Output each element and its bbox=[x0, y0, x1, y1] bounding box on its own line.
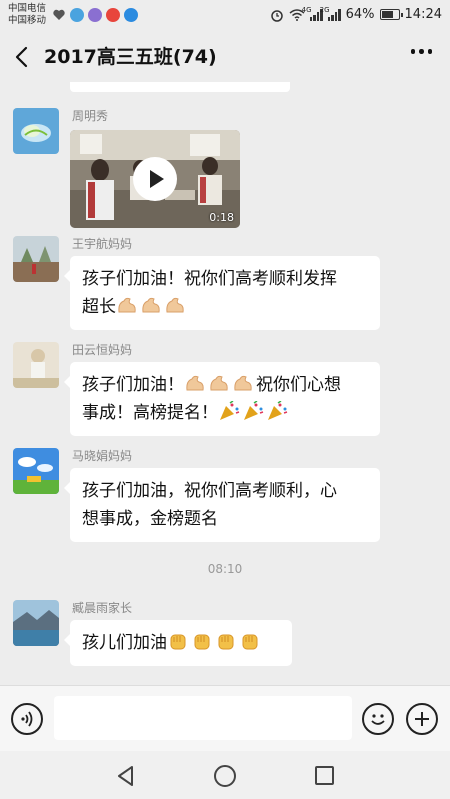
message-text-line: 孩子们加油！ 祝你们心想 bbox=[82, 371, 368, 399]
avatar[interactable] bbox=[13, 108, 59, 154]
message-item: 马晓娟妈妈 孩子们加油，祝你们高考顺利，心 想事成，金榜题名 bbox=[0, 448, 450, 548]
message-text: 孩子们加油！ bbox=[82, 375, 184, 395]
message-text: 孩儿们加油 bbox=[82, 633, 167, 653]
flexed-biceps-icon bbox=[166, 297, 184, 313]
carrier-info: 中国电信 中国移动 bbox=[8, 3, 46, 27]
system-nav-bar bbox=[0, 751, 450, 799]
message-text-line: 超长 bbox=[82, 293, 368, 321]
party-popper-icon bbox=[220, 401, 240, 420]
app-icon-3 bbox=[124, 8, 138, 22]
carrier-1: 中国电信 bbox=[8, 3, 47, 14]
health-app-icon bbox=[53, 9, 65, 20]
weibo-icon bbox=[106, 8, 120, 22]
raised-fist-icon bbox=[194, 634, 210, 650]
network-2-label: 2G bbox=[319, 5, 330, 14]
voice-icon[interactable] bbox=[11, 703, 43, 735]
plus-icon[interactable] bbox=[406, 703, 438, 735]
message-text-line: 事成！高榜提名！ bbox=[82, 399, 368, 427]
input-bar bbox=[0, 685, 450, 751]
play-icon[interactable] bbox=[133, 157, 177, 201]
app-icon-2 bbox=[88, 8, 102, 22]
message-text: 超长 bbox=[82, 297, 116, 317]
text-bubble[interactable]: 孩子们加油！祝你们高考顺利发挥 超长 bbox=[64, 256, 380, 330]
sender-name: 周明秀 bbox=[72, 109, 109, 123]
text-bubble[interactable]: 孩子们加油，祝你们高考顺利，心 想事成，金榜题名 bbox=[64, 468, 380, 542]
avatar[interactable] bbox=[13, 448, 59, 494]
battery-percent: 64% bbox=[345, 7, 375, 22]
sender-name: 臧晨雨家长 bbox=[72, 601, 133, 615]
avatar[interactable] bbox=[13, 342, 59, 388]
notification-icons bbox=[52, 8, 138, 22]
message-text-line: 孩子们加油，祝你们高考顺利，心 bbox=[82, 481, 337, 501]
chat-title: 2017高三五班(74) bbox=[44, 46, 217, 68]
message-text-line: 想事成，金榜题名 bbox=[82, 509, 218, 529]
clock: 14:24 bbox=[404, 7, 442, 22]
chat-header: 2017高三五班(74) bbox=[0, 32, 450, 82]
battery-icon bbox=[379, 9, 403, 20]
sender-name: 马晓娟妈妈 bbox=[72, 449, 133, 463]
message-item: 周明秀 0:18 bbox=[0, 108, 450, 233]
raised-fist-icon bbox=[170, 634, 186, 650]
message-text: 事成！高榜提名！ bbox=[82, 403, 218, 423]
status-bar: 中国电信 中国移动 4G 2G 64% 14:24 bbox=[0, 0, 450, 32]
party-popper-icon bbox=[244, 401, 264, 420]
flexed-biceps-icon bbox=[210, 375, 228, 391]
sender-name: 田云恒妈妈 bbox=[72, 343, 133, 357]
flexed-biceps-icon bbox=[118, 297, 136, 313]
flexed-biceps-icon bbox=[186, 375, 204, 391]
message-list[interactable]: 周明秀 0:18 王宇航妈妈 孩子们加油！祝你们高考顺利发挥 超长 田云恒妈妈 … bbox=[0, 82, 450, 685]
raised-fist-icon bbox=[242, 634, 258, 650]
text-bubble[interactable]: 孩子们加油！ 祝你们心想 事成！高榜提名！ bbox=[64, 362, 380, 436]
video-duration: 0:18 bbox=[209, 211, 234, 224]
avatar[interactable] bbox=[13, 600, 59, 646]
network-1-label: 4G bbox=[301, 5, 312, 14]
video-message[interactable]: 0:18 bbox=[70, 130, 240, 228]
sender-name: 王宇航妈妈 bbox=[72, 237, 133, 251]
recent-square-icon[interactable] bbox=[315, 766, 334, 785]
party-popper-icon bbox=[268, 401, 288, 420]
back-arrow-icon[interactable] bbox=[10, 44, 36, 70]
message-item: 田云恒妈妈 孩子们加油！ 祝你们心想 事成！高榜提名！ bbox=[0, 342, 450, 442]
back-triangle-icon[interactable] bbox=[116, 765, 136, 787]
message-text-line: 孩子们加油！祝你们高考顺利发挥 bbox=[82, 269, 337, 289]
message-text-line: 孩儿们加油 bbox=[82, 629, 280, 657]
flexed-biceps-icon bbox=[142, 297, 160, 313]
app-icon-1 bbox=[70, 8, 84, 22]
status-right: 4G 2G 64% 14:24 bbox=[270, 5, 442, 22]
raised-fist-icon bbox=[218, 634, 234, 650]
flexed-biceps-icon bbox=[234, 375, 252, 391]
time-separator: 08:10 bbox=[207, 562, 243, 576]
message-item: 王宇航妈妈 孩子们加油！祝你们高考顺利发挥 超长 bbox=[0, 236, 450, 336]
signal-icon-2: 2G bbox=[320, 6, 341, 21]
text-bubble[interactable]: 孩儿们加油 bbox=[64, 620, 292, 666]
message-input[interactable] bbox=[54, 696, 352, 740]
more-options-icon[interactable] bbox=[410, 49, 432, 54]
home-circle-icon[interactable] bbox=[214, 765, 236, 787]
message-item: 臧晨雨家长 孩儿们加油 bbox=[0, 600, 450, 680]
avatar[interactable] bbox=[13, 236, 59, 282]
carrier-2: 中国移动 bbox=[8, 15, 47, 26]
previous-message-bubble[interactable] bbox=[70, 82, 290, 92]
message-text: 祝你们心想 bbox=[256, 375, 341, 395]
alarm-icon bbox=[270, 9, 283, 22]
emoji-icon[interactable] bbox=[362, 703, 394, 735]
